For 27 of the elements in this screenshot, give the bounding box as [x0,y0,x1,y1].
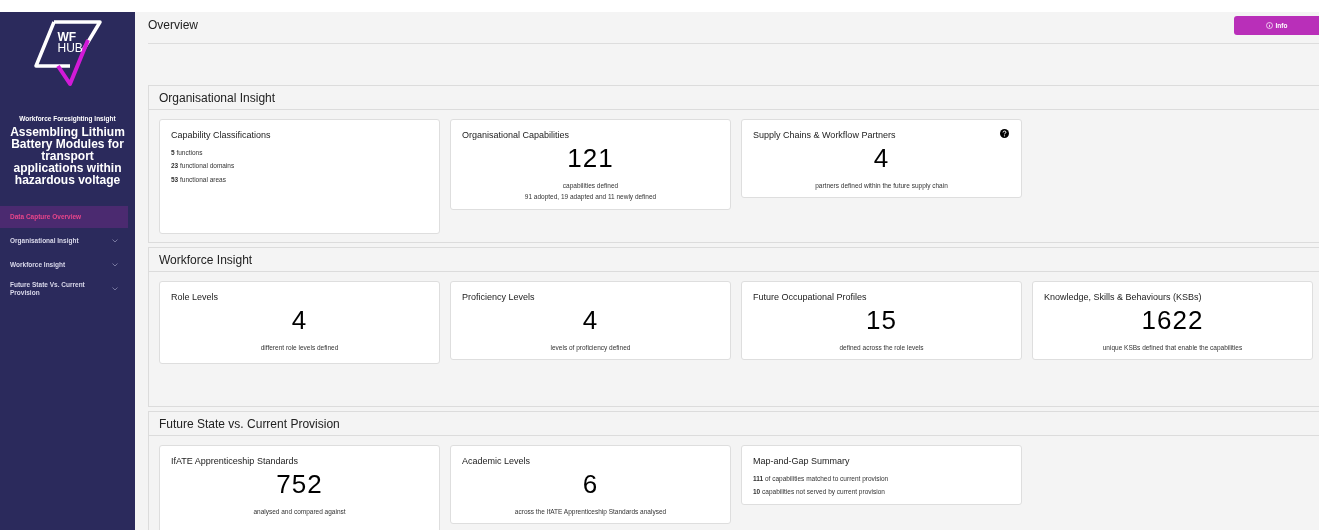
info-icon [1265,22,1273,29]
stat-value: 752 [276,468,323,499]
stat-value: 121 [567,142,614,173]
logo-text: WF [57,32,77,43]
card-title: Academic Levels [462,455,531,468]
card-title: Map-and-Gap Summary [753,455,850,468]
card-title: Role Levels [171,291,219,304]
page-title: Overview [148,17,198,34]
project-title: Assembling Lithium Battery Modules for transport applications within hazardous voltage [9,125,126,186]
card-title: Knowledge, Skills & Behaviours (KSBs) [1044,291,1202,304]
card-title: Organisational Capabilities [462,129,570,142]
section-title: Future State vs. Current Provision [159,415,340,433]
stat-value: 15 [866,304,897,335]
card-title: Proficiency Levels [462,291,535,304]
logo-text: HUB [57,43,83,54]
card-title: Supply Chains & Workflow Partners [753,129,896,142]
stat-value: 1622 [1141,304,1204,335]
stat-value: 4 [582,304,599,335]
stat-value: 4 [873,142,890,173]
card-title: Capability Classifications [171,129,271,142]
section-title: Workforce Insight [159,251,253,269]
card-title: Future Occupational Profiles [753,291,867,304]
card-title: IfATE Apprenticeship Standards [171,455,298,468]
help-icon[interactable] [1000,129,1009,138]
stat-value: 4 [291,304,308,335]
stat-value: 6 [582,468,599,499]
section-title: Organisational Insight [159,89,276,107]
